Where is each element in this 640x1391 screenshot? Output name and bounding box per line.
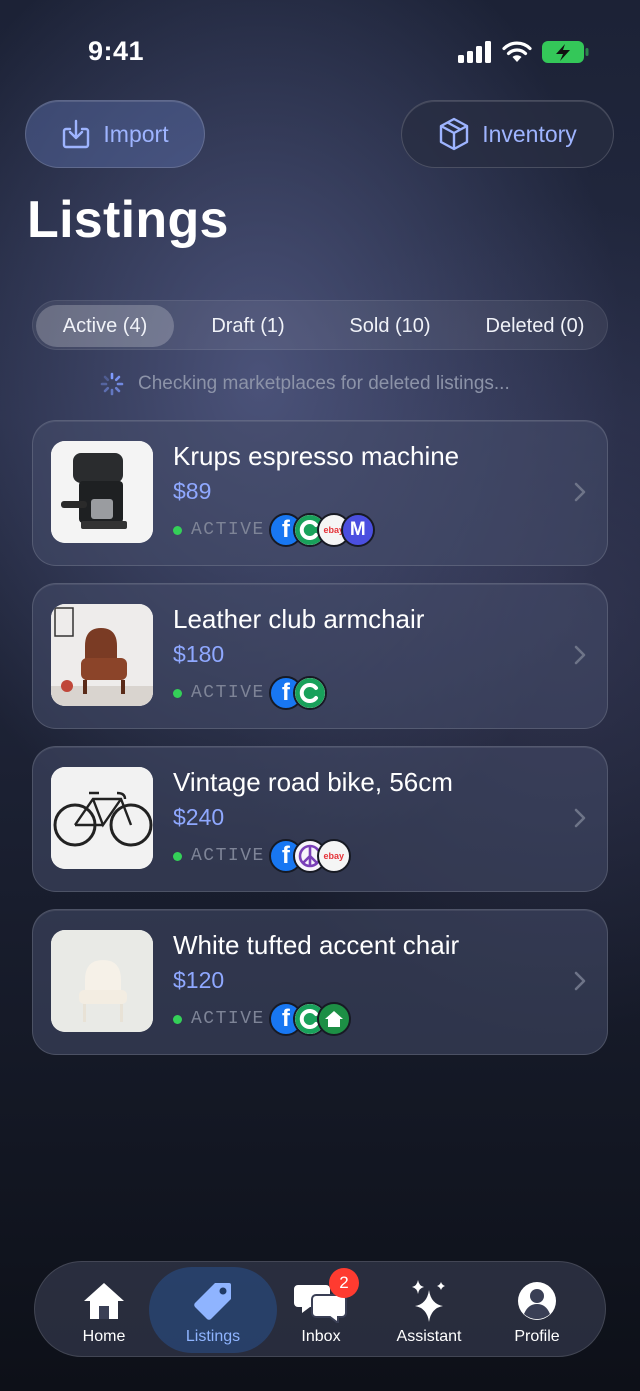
bottom-nav: Home Listings Inbox 2 Assistant Profile (34, 1261, 606, 1357)
home-shirt-icon (316, 1002, 351, 1036)
checking-text: Checking marketplaces for deleted listin… (138, 373, 510, 394)
listing-title: Krups espresso machine (173, 441, 460, 471)
listing-status: ACTIVE (191, 520, 265, 540)
wifi-icon (502, 41, 532, 62)
listing-status-row: ACTIVE f (173, 1002, 351, 1036)
listing-title: Leather club armchair (173, 604, 425, 634)
listing-price: $180 (173, 641, 225, 667)
nav-item-assistant[interactable]: Assistant (375, 1262, 483, 1358)
listing-card[interactable]: Vintage road bike, 56cm $240 ACTIVE f eb… (32, 746, 608, 892)
nav-item-listings[interactable]: Listings (159, 1262, 267, 1358)
listing-price: $240 (173, 804, 225, 830)
nav-label-assistant: Assistant (396, 1328, 462, 1345)
listing-card[interactable]: White tufted accent chair $120 ACTIVE f (32, 909, 608, 1055)
tab-active[interactable]: Active (4) (36, 305, 174, 347)
listing-thumbnail (51, 441, 153, 543)
chevron-right-icon (574, 645, 586, 665)
status-icons (458, 40, 590, 64)
listing-card[interactable]: Krups espresso machine $89 ACTIVE f ebay… (32, 420, 608, 566)
inbox-badge: 2 (329, 1268, 359, 1298)
listing-status: ACTIVE (191, 1009, 265, 1029)
inventory-button[interactable]: Inventory (401, 100, 614, 168)
nav-label-listings: Listings (185, 1328, 241, 1345)
import-button[interactable]: Import (25, 100, 205, 168)
status-bar: 9:41 (0, 0, 640, 100)
listing-price: $120 (173, 967, 225, 993)
active-dot-icon (173, 1014, 182, 1024)
tab-sold[interactable]: Sold (10) (325, 305, 455, 347)
listing-card[interactable]: Leather club armchair $180 ACTIVE f (32, 583, 608, 729)
listing-thumbnail (51, 767, 153, 869)
chevron-right-icon (574, 971, 586, 991)
listing-status-row: ACTIVE f ebay (173, 839, 351, 873)
listing-thumbnail (51, 604, 153, 706)
profile-icon (518, 1282, 556, 1320)
checking-status: Checking marketplaces for deleted listin… (100, 372, 510, 396)
listing-title: Vintage road bike, 56cm (173, 767, 453, 797)
listing-status: ACTIVE (191, 846, 265, 866)
page-title: Listings (27, 191, 229, 249)
home-icon (84, 1283, 124, 1319)
inventory-label: Inventory (482, 120, 577, 147)
nav-label-profile: Profile (514, 1328, 560, 1345)
nav-item-profile[interactable]: Profile (483, 1262, 591, 1358)
circle-c-icon (292, 676, 327, 710)
nav-label-inbox: Inbox (301, 1328, 341, 1345)
ebay-label: ebay (323, 851, 345, 861)
status-tabs: Active (4) Draft (1) Sold (10) Deleted (… (32, 300, 608, 350)
battery-icon (542, 41, 589, 63)
nav-item-home[interactable]: Home (50, 1262, 158, 1358)
tag-icon (194, 1283, 231, 1320)
m-icon: M (340, 513, 375, 547)
import-label: Import (103, 120, 169, 147)
signal-icon (458, 41, 491, 63)
tab-deleted[interactable]: Deleted (0) (465, 305, 605, 347)
import-icon (63, 119, 90, 149)
listing-thumbnail (51, 930, 153, 1032)
chevron-right-icon (574, 482, 586, 502)
tab-draft[interactable]: Draft (1) (183, 305, 313, 347)
listing-title: White tufted accent chair (173, 930, 460, 960)
active-dot-icon (173, 525, 182, 535)
sparkles-icon (412, 1280, 445, 1322)
listing-status-row: ACTIVE f ebay M (173, 513, 375, 547)
box-icon (439, 117, 469, 151)
status-time: 9:41 (88, 36, 145, 66)
nav-item-inbox[interactable]: Inbox 2 (267, 1262, 375, 1358)
ebay-icon: ebay (316, 839, 351, 873)
nav-label-home: Home (82, 1328, 126, 1345)
listing-price: $89 (173, 478, 212, 504)
active-dot-icon (173, 851, 182, 861)
spinner-icon (100, 372, 124, 396)
active-dot-icon (173, 688, 182, 698)
listing-status: ACTIVE (191, 683, 265, 703)
chevron-right-icon (574, 808, 586, 828)
listing-status-row: ACTIVE f (173, 676, 327, 710)
